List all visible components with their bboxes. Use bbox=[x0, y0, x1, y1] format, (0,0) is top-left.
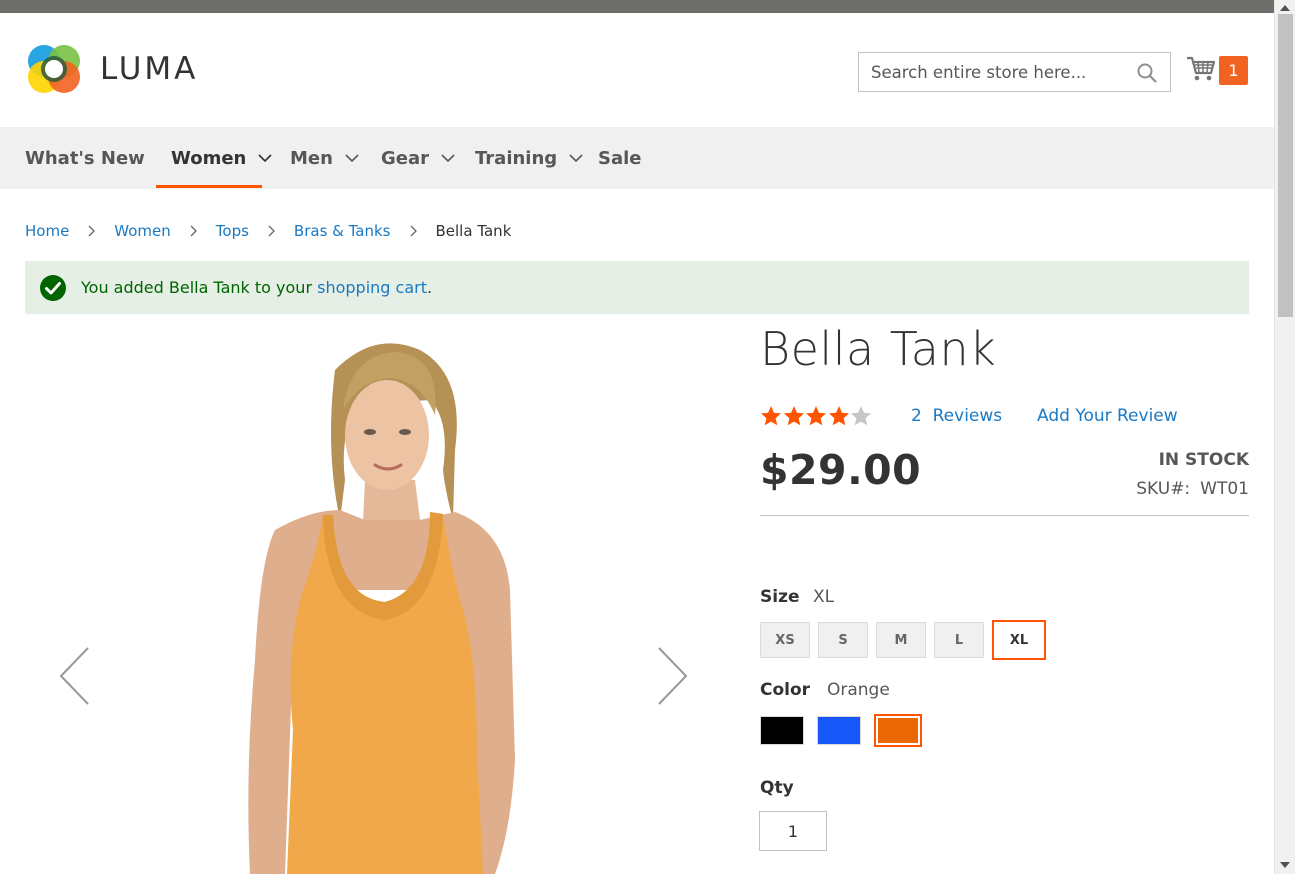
success-message: You added Bella Tank to your shopping ca… bbox=[25, 261, 1249, 314]
gallery-prev-arrow[interactable] bbox=[58, 646, 92, 706]
star-filled-icon bbox=[806, 406, 826, 426]
sku-label: SKU#: bbox=[1136, 479, 1191, 499]
breadcrumb-current: Bella Tank bbox=[435, 222, 512, 240]
color-options bbox=[760, 714, 935, 747]
qty-label: Qty bbox=[760, 778, 794, 798]
product-sku: SKU#: WT01 bbox=[1136, 479, 1249, 499]
size-option-xl[interactable]: XL bbox=[992, 620, 1046, 660]
chevron-down-icon bbox=[258, 154, 272, 162]
nav-item-label: Men bbox=[290, 147, 333, 169]
chevron-right-icon bbox=[190, 225, 197, 237]
search-box[interactable] bbox=[858, 52, 1171, 92]
color-label: Color bbox=[760, 680, 811, 700]
size-label: Size bbox=[760, 587, 800, 607]
star-empty-icon bbox=[851, 406, 871, 426]
message-suffix: . bbox=[426, 278, 433, 297]
size-options: XS S M L XL bbox=[760, 620, 1054, 660]
page-scrollbar[interactable] bbox=[1274, 0, 1295, 874]
chevron-down-icon bbox=[441, 154, 455, 162]
breadcrumb: Home Women Tops Bras & Tanks Bella Tank bbox=[25, 220, 511, 242]
nav-item-label: Gear bbox=[381, 147, 430, 169]
color-swatch-blue[interactable] bbox=[817, 716, 861, 745]
nav-item-label: Women bbox=[171, 147, 247, 169]
stock-status: IN STOCK bbox=[1158, 450, 1249, 470]
breadcrumb-home[interactable]: Home bbox=[25, 222, 69, 240]
divider bbox=[760, 515, 1249, 516]
breadcrumb-bras-tanks[interactable]: Bras & Tanks bbox=[294, 222, 391, 240]
product-price: $29.00 bbox=[760, 446, 922, 494]
chevron-right-icon bbox=[268, 225, 275, 237]
nav-item-label: Sale bbox=[598, 147, 642, 169]
star-filled-icon bbox=[761, 406, 781, 426]
color-selected-value: Orange bbox=[827, 680, 890, 700]
size-option-xs[interactable]: XS bbox=[760, 622, 810, 658]
search-icon[interactable] bbox=[1136, 62, 1158, 84]
chevron-right-icon bbox=[410, 225, 417, 237]
shopping-cart-icon bbox=[1187, 56, 1216, 81]
color-swatch-orange[interactable] bbox=[874, 714, 922, 747]
search-input[interactable] bbox=[859, 53, 1129, 91]
browser-top-bar bbox=[0, 0, 1295, 13]
add-review-link[interactable]: Add Your Review bbox=[1037, 406, 1178, 426]
sku-value: WT01 bbox=[1200, 479, 1249, 499]
chevron-down-icon bbox=[569, 154, 583, 162]
success-check-icon bbox=[40, 274, 66, 301]
main-navigation: What's New Women Men Gear Training Sale bbox=[0, 127, 1274, 189]
luma-logo[interactable]: LUMA bbox=[26, 41, 208, 97]
size-option-l[interactable]: L bbox=[934, 622, 984, 658]
chevron-down-icon bbox=[345, 154, 359, 162]
cart-counter: 1 bbox=[1219, 56, 1248, 85]
gallery-next-arrow[interactable] bbox=[655, 646, 689, 706]
nav-item-label: What's New bbox=[25, 147, 145, 169]
nav-item-sale[interactable]: Sale bbox=[598, 127, 642, 189]
scroll-up-arrow[interactable] bbox=[1280, 5, 1290, 11]
chevron-right-icon bbox=[88, 225, 96, 237]
nav-item-label: Training bbox=[475, 147, 558, 169]
size-option-s[interactable]: S bbox=[818, 622, 868, 658]
nav-item-whats-new[interactable]: What's New bbox=[25, 127, 145, 189]
minicart-button[interactable]: 1 bbox=[1186, 54, 1252, 88]
star-filled-icon bbox=[828, 406, 849, 426]
logo-icon bbox=[28, 45, 80, 93]
product-image[interactable] bbox=[215, 330, 535, 874]
color-swatch-black[interactable] bbox=[760, 716, 804, 745]
star-filled-icon bbox=[783, 406, 804, 426]
qty-input[interactable] bbox=[759, 811, 827, 851]
scroll-down-arrow[interactable] bbox=[1280, 862, 1290, 868]
size-option-m[interactable]: M bbox=[876, 622, 926, 658]
product-gallery bbox=[25, 330, 725, 874]
product-rating bbox=[760, 405, 873, 427]
nav-item-gear[interactable]: Gear bbox=[381, 127, 455, 189]
size-selected-value: XL bbox=[813, 587, 835, 607]
reviews-link[interactable]: 2 Reviews bbox=[911, 406, 1002, 426]
breadcrumb-tops[interactable]: Tops bbox=[216, 222, 249, 240]
nav-item-women[interactable]: Women bbox=[171, 127, 272, 189]
message-text: You added Bella Tank to your bbox=[81, 278, 318, 297]
logo-text: LUMA bbox=[100, 51, 199, 87]
nav-active-indicator bbox=[156, 185, 262, 188]
shopping-cart-link[interactable]: shopping cart bbox=[317, 278, 427, 297]
product-title: Bella Tank bbox=[760, 322, 997, 376]
nav-item-training[interactable]: Training bbox=[475, 127, 583, 189]
scrollbar-thumb[interactable] bbox=[1278, 14, 1293, 317]
breadcrumb-women[interactable]: Women bbox=[114, 222, 170, 240]
nav-item-men[interactable]: Men bbox=[290, 127, 359, 189]
